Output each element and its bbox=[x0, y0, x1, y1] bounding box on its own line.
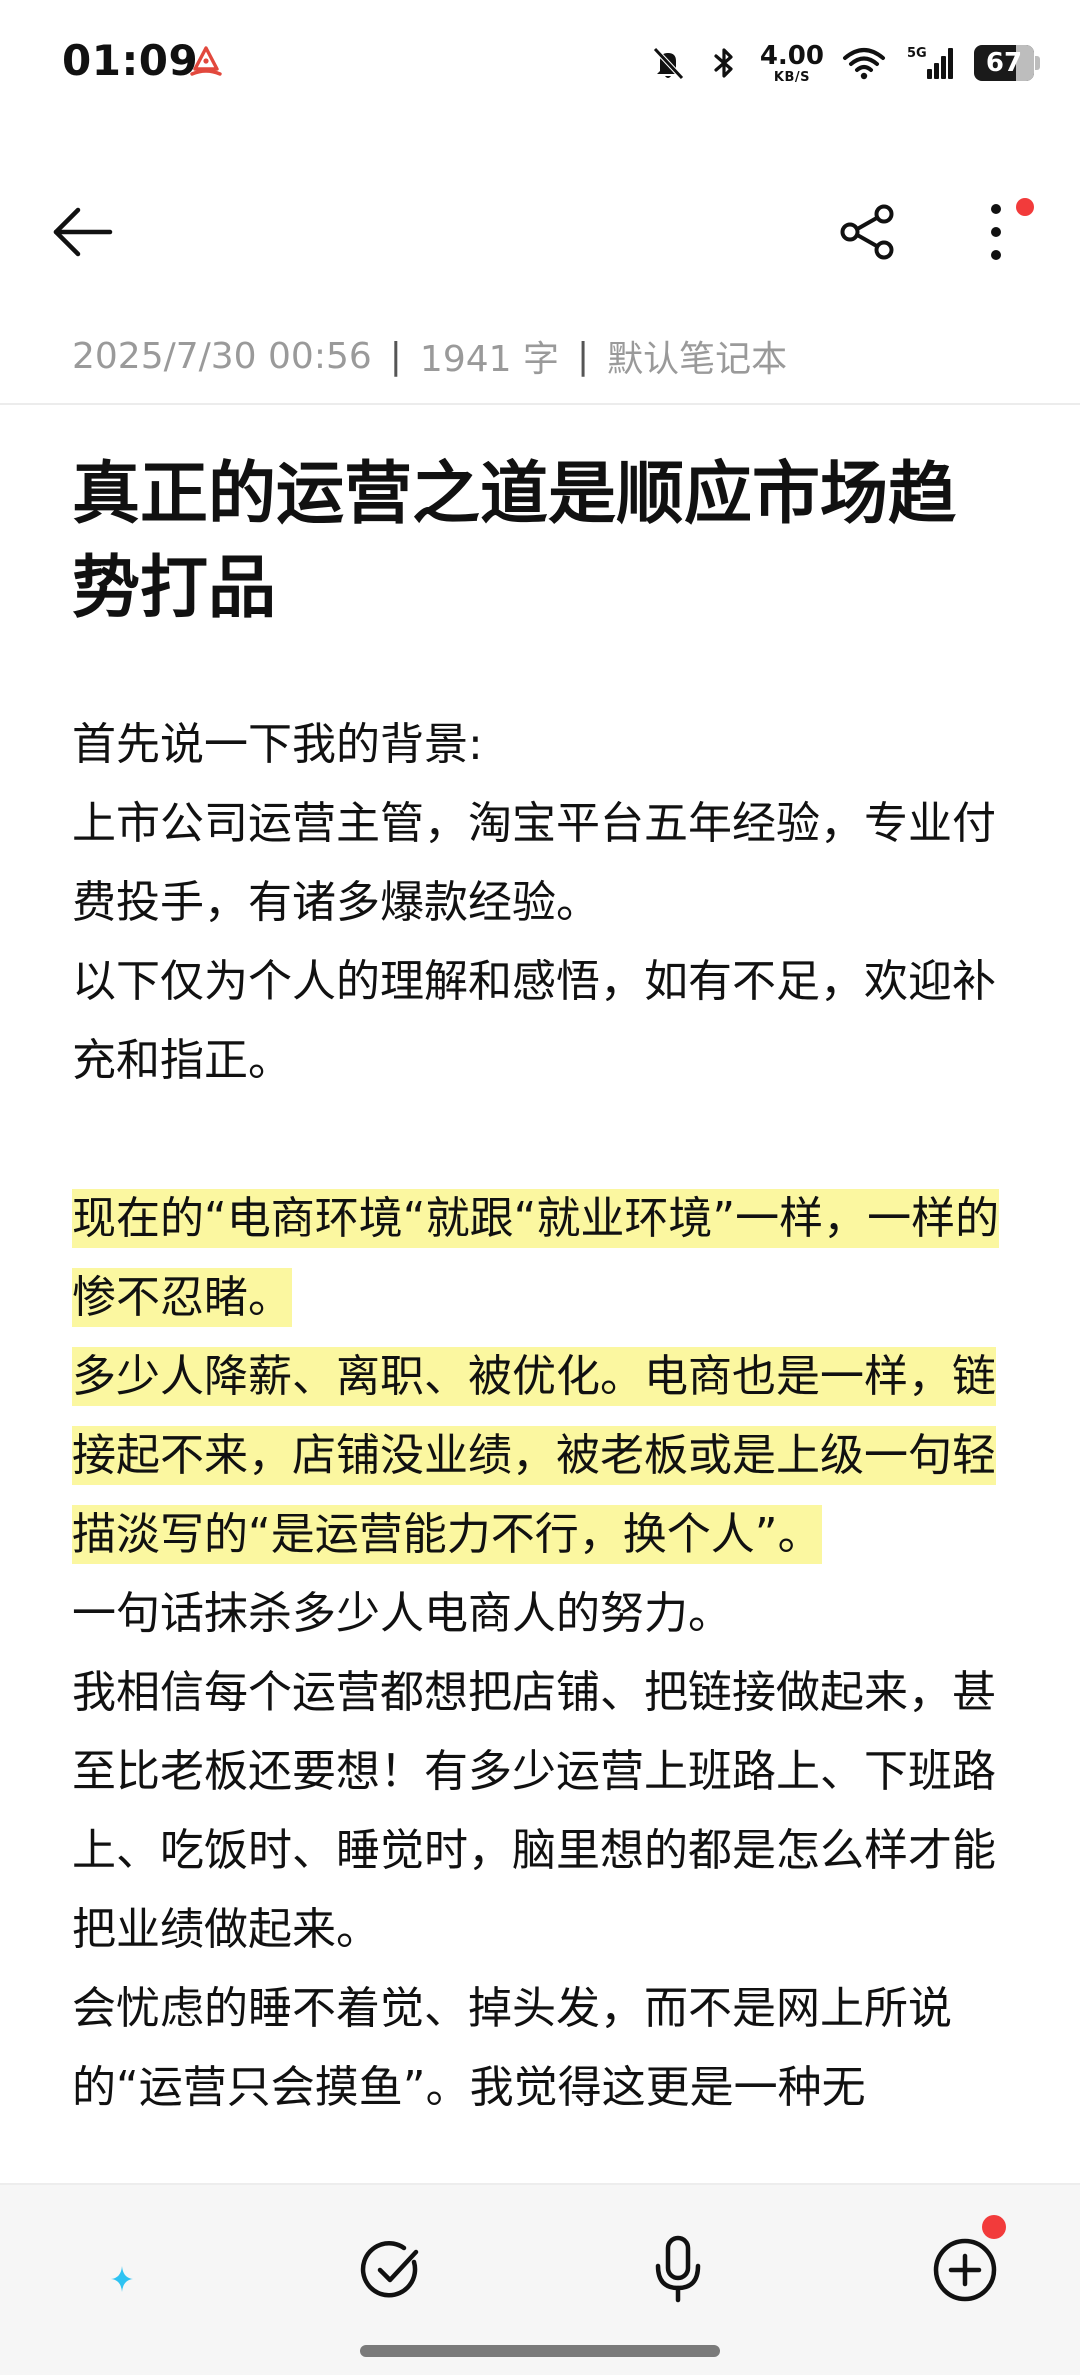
notification-dot bbox=[1016, 198, 1034, 216]
note-word-count: 1941 字 bbox=[419, 339, 559, 380]
home-indicator[interactable] bbox=[360, 2345, 720, 2357]
more-options-button[interactable] bbox=[954, 190, 1038, 274]
note-title[interactable]: 真正的运营之道是顺应市场趋势打品 bbox=[72, 448, 1012, 636]
network-speed: 4.00 KB/S bbox=[760, 43, 824, 84]
add-circle-icon bbox=[933, 2238, 997, 2302]
meta-separator: | bbox=[576, 335, 590, 377]
note-paragraph: 一句话抹杀多少人电商人的努力。 bbox=[72, 1588, 732, 1639]
share-button[interactable] bbox=[826, 190, 910, 274]
battery-indicator: 67 bbox=[974, 45, 1040, 81]
divider bbox=[0, 403, 1080, 405]
back-button[interactable] bbox=[40, 190, 124, 274]
highlighted-paragraph: 多少人降薪、离职、被优化。电商也是一样，链接起不来，店铺没业绩，被老板或是上级一… bbox=[72, 1337, 1012, 1574]
battery-level: 67 bbox=[985, 48, 1023, 78]
network-label: 5G bbox=[907, 46, 927, 61]
checklist-button[interactable] bbox=[337, 2215, 447, 2325]
highlighted-text: 多少人降薪、离职、被优化。电商也是一样，链接起不来，店铺没业绩，被老板或是上级一… bbox=[72, 1347, 996, 1564]
notification-dot bbox=[982, 2215, 1006, 2239]
share-icon bbox=[840, 204, 894, 260]
status-time: 01:09 bbox=[62, 36, 199, 85]
note-meta: 2025/7/30 00:56 | 1941 字 | 默认笔记本 bbox=[72, 328, 787, 384]
note-toolbar bbox=[0, 170, 1080, 290]
note-paragraph: 首先说一下我的背景: bbox=[72, 719, 483, 770]
note-detail-screen: 01:09 4.00 KB/S 5G 67 2025/7/30 00:56 | … bbox=[0, 0, 1080, 2375]
voice-input-button[interactable] bbox=[623, 2215, 733, 2325]
microphone-icon bbox=[655, 2235, 701, 2303]
ai-format-icon bbox=[78, 2247, 133, 2292]
meta-separator: | bbox=[389, 335, 402, 377]
arrow-left-icon bbox=[53, 207, 113, 257]
note-paragraph: 我相信每个运营都想把店铺、把链接做起来，甚至比老板还要想！有多少运营上班路上、下… bbox=[72, 1667, 996, 1955]
add-button[interactable] bbox=[910, 2215, 1020, 2325]
status-bar: 01:09 4.00 KB/S 5G 67 bbox=[0, 0, 1080, 130]
wifi-icon bbox=[843, 48, 885, 80]
highlighted-text: 现在的“电商环境“就跟“就业环境”一样，一样的惨不忍睹。 bbox=[72, 1189, 1000, 1327]
cellular-signal-icon: 5G bbox=[907, 46, 953, 79]
app-notification-icon bbox=[190, 46, 222, 76]
bottom-action-bar bbox=[0, 2183, 1080, 2375]
mute-bell-icon bbox=[653, 47, 684, 80]
bluetooth-icon bbox=[714, 48, 733, 78]
highlighted-paragraph: 现在的“电商环境“就跟“就业环境”一样，一样的惨不忍睹。 bbox=[72, 1179, 1012, 1337]
ai-format-button[interactable] bbox=[52, 2215, 162, 2325]
note-paragraph: 上市公司运营主管，淘宝平台五年经验，专业付费投手，有诸多爆款经验。 bbox=[72, 798, 996, 928]
note-notebook[interactable]: 默认笔记本 bbox=[607, 330, 787, 382]
network-speed-unit: KB/S bbox=[773, 69, 810, 85]
network-speed-value: 4.00 bbox=[759, 40, 824, 71]
note-body[interactable]: 首先说一下我的背景: 上市公司运营主管，淘宝平台五年经验，专业付费投手，有诸多爆… bbox=[72, 705, 1012, 2127]
note-datetime: 2025/7/30 00:56 bbox=[72, 335, 372, 377]
status-icons: 4.00 KB/S 5G 67 bbox=[648, 38, 1040, 88]
more-vertical-icon bbox=[991, 204, 1001, 260]
note-paragraph: 会忧虑的睡不着觉、掉头发，而不是网上所说的“运营只会摸鱼”。我觉得这更是一种无 bbox=[72, 1983, 952, 2113]
note-paragraph: 以下仅为个人的理解和感悟，如有不足，欢迎补充和指正。 bbox=[72, 956, 996, 1086]
checklist-icon bbox=[360, 2241, 419, 2298]
